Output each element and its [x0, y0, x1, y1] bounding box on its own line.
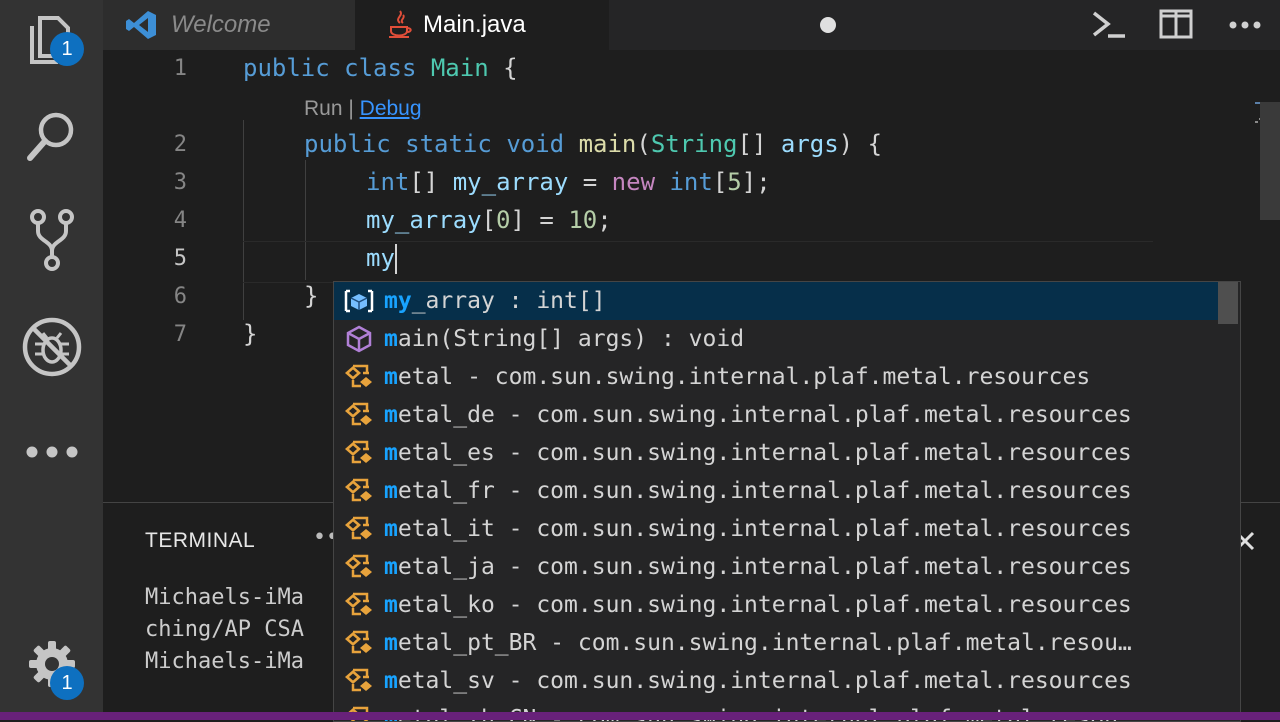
tab-bar: Welcome Main.java: [103, 0, 1280, 50]
codelens-debug-link[interactable]: Debug: [360, 97, 422, 120]
tab-welcome[interactable]: Welcome: [103, 0, 355, 50]
code-line-7: }: [243, 320, 258, 348]
code-line-4: my_array[0] = 10;: [366, 206, 612, 234]
text-cursor: [394, 244, 397, 274]
module-icon: [334, 624, 384, 662]
more-actions-button[interactable]: [1228, 8, 1262, 46]
terminal-run-icon: [1092, 11, 1125, 38]
suggestion-label: _array : int[]: [411, 288, 606, 314]
line-number: 7: [173, 322, 187, 347]
suggestion-item[interactable]: m etal_ko - com.sun.swing.internal.plaf.m…: [334, 586, 1218, 624]
code-line-5: my: [366, 244, 397, 274]
no-bug-icon: [22, 317, 81, 377]
suggestion-match: my: [384, 288, 412, 314]
status-bar: [0, 712, 1280, 720]
module-icon: [334, 472, 384, 510]
indent-guide: [243, 120, 244, 320]
suggestion-match: m: [384, 668, 398, 694]
suggestion-label: etal_pt_BR - com.sun.swing.internal.plaf…: [397, 630, 1132, 656]
suggestion-match: m: [384, 478, 398, 504]
module-icon: [334, 586, 384, 624]
tab-label: Welcome: [171, 11, 271, 38]
suggestion-match: m: [384, 364, 398, 390]
suggestion-match: m: [384, 326, 398, 352]
line-number: 1: [173, 56, 187, 81]
suggestion-label: etal_ja - com.sun.swing.internal.plaf.me…: [397, 554, 1132, 580]
split-editor-icon: [1159, 9, 1193, 39]
settings-button[interactable]: 1: [0, 624, 103, 704]
module-icon: [334, 548, 384, 586]
suggestion-label: etal_fr - com.sun.swing.internal.plaf.me…: [397, 478, 1132, 504]
method-icon: [334, 320, 384, 358]
suggestion-match: m: [384, 516, 398, 542]
suggestion-item[interactable]: m etal - com.sun.swing.internal.plaf.meta…: [334, 358, 1218, 396]
suggestion-label: etal_es - com.sun.swing.internal.plaf.me…: [397, 440, 1132, 466]
suggestion-match: m: [384, 440, 398, 466]
split-editor-button[interactable]: [1159, 8, 1193, 44]
suggestion-item[interactable]: m etal_pt_BR - com.sun.swing.internal.pla…: [334, 624, 1218, 662]
activity-bar: 1 1: [0, 0, 103, 720]
suggestion-label: etal_it - com.sun.swing.internal.plaf.me…: [397, 516, 1132, 542]
suggestion-item[interactable]: m etal_it - com.sun.swing.internal.plaf.m…: [334, 510, 1218, 548]
suggestion-label: etal - com.sun.swing.internal.plaf.metal…: [397, 364, 1091, 390]
suggestion-item[interactable]: m etal_es - com.sun.swing.internal.plaf.m…: [334, 434, 1218, 472]
suggestion-match: m: [384, 592, 398, 618]
module-icon: [334, 358, 384, 396]
suggestion-label: etal_sv - com.sun.swing.internal.plaf.me…: [397, 668, 1132, 694]
code-line-2: public static void main(String[] args) {: [304, 130, 883, 158]
module-icon: [334, 396, 384, 434]
terminal-line: ching/AP CSA: [145, 617, 304, 642]
line-number: 2: [173, 132, 187, 157]
unsaved-dot-icon[interactable]: [820, 17, 836, 33]
variable-icon: [334, 282, 384, 320]
suggestion-match: m: [384, 554, 398, 580]
terminal-line: Michaels-iMa: [145, 649, 304, 674]
suggestion-item[interactable]: m ain(String[] args) : void: [334, 320, 1218, 358]
search-icon: [26, 112, 73, 161]
vscode-logo-icon: [125, 9, 159, 41]
code-line-3: int[] my_array = new int[5];: [366, 168, 771, 196]
codelens-run-link[interactable]: Run: [304, 97, 343, 120]
suggestion-widget: metal_zh_CN - com.sun.swing.internal.pla…: [333, 281, 1241, 722]
suggestion-label: etal_de - com.sun.swing.internal.plaf.me…: [397, 402, 1132, 428]
suggestion-item[interactable]: m etal_fr - com.sun.swing.internal.plaf.m…: [334, 472, 1218, 510]
line-number: 3: [173, 170, 187, 195]
more-button[interactable]: [0, 412, 103, 492]
module-icon: [334, 662, 384, 700]
explorer-button[interactable]: 1: [0, 0, 103, 80]
suggestion-item[interactable]: my _array : int[]: [334, 282, 1218, 320]
suggestion-item[interactable]: m etal_de - com.sun.swing.internal.plaf.m…: [334, 396, 1218, 434]
java-icon: [387, 9, 417, 41]
suggestion-match: m: [384, 630, 398, 656]
explorer-badge: 1: [50, 32, 84, 66]
suggestion-label: etal_ko - com.sun.swing.internal.plaf.me…: [397, 592, 1132, 618]
module-icon: [334, 510, 384, 548]
source-control-icon: [29, 209, 74, 271]
search-button[interactable]: [0, 96, 103, 176]
source-control-button[interactable]: [0, 200, 103, 280]
line-number: 4: [173, 208, 187, 233]
terminal-line: Michaels-iMa: [145, 585, 304, 610]
codelens: Run | Debug: [304, 97, 422, 120]
settings-badge: 1: [50, 666, 84, 700]
suggestion-scrollbar[interactable]: [1218, 282, 1238, 324]
code-line-1: public class Main {: [243, 54, 518, 82]
suggestion-match: m: [384, 402, 398, 428]
line-number: 5: [173, 246, 187, 271]
suggestion-item[interactable]: m etal_ja - com.sun.swing.internal.plaf.m…: [334, 548, 1218, 586]
panel-tab-terminal[interactable]: TERMINAL: [145, 529, 255, 553]
code-line-6: }: [304, 282, 319, 310]
tab-label: Main.java: [423, 11, 526, 38]
module-icon: [334, 434, 384, 472]
line-number: 6: [173, 284, 187, 309]
editor-scrollbar[interactable]: [1260, 102, 1280, 220]
suggestion-item[interactable]: m etal_sv - com.sun.swing.internal.plaf.m…: [334, 662, 1218, 700]
more-icon: [26, 446, 77, 458]
ellipsis-icon: [1229, 21, 1261, 29]
run-code-button[interactable]: [1091, 8, 1127, 46]
debug-button[interactable]: [0, 307, 103, 387]
tab-main-java[interactable]: Main.java: [355, 0, 836, 50]
suggestion-label: ain(String[] args) : void: [397, 326, 745, 352]
